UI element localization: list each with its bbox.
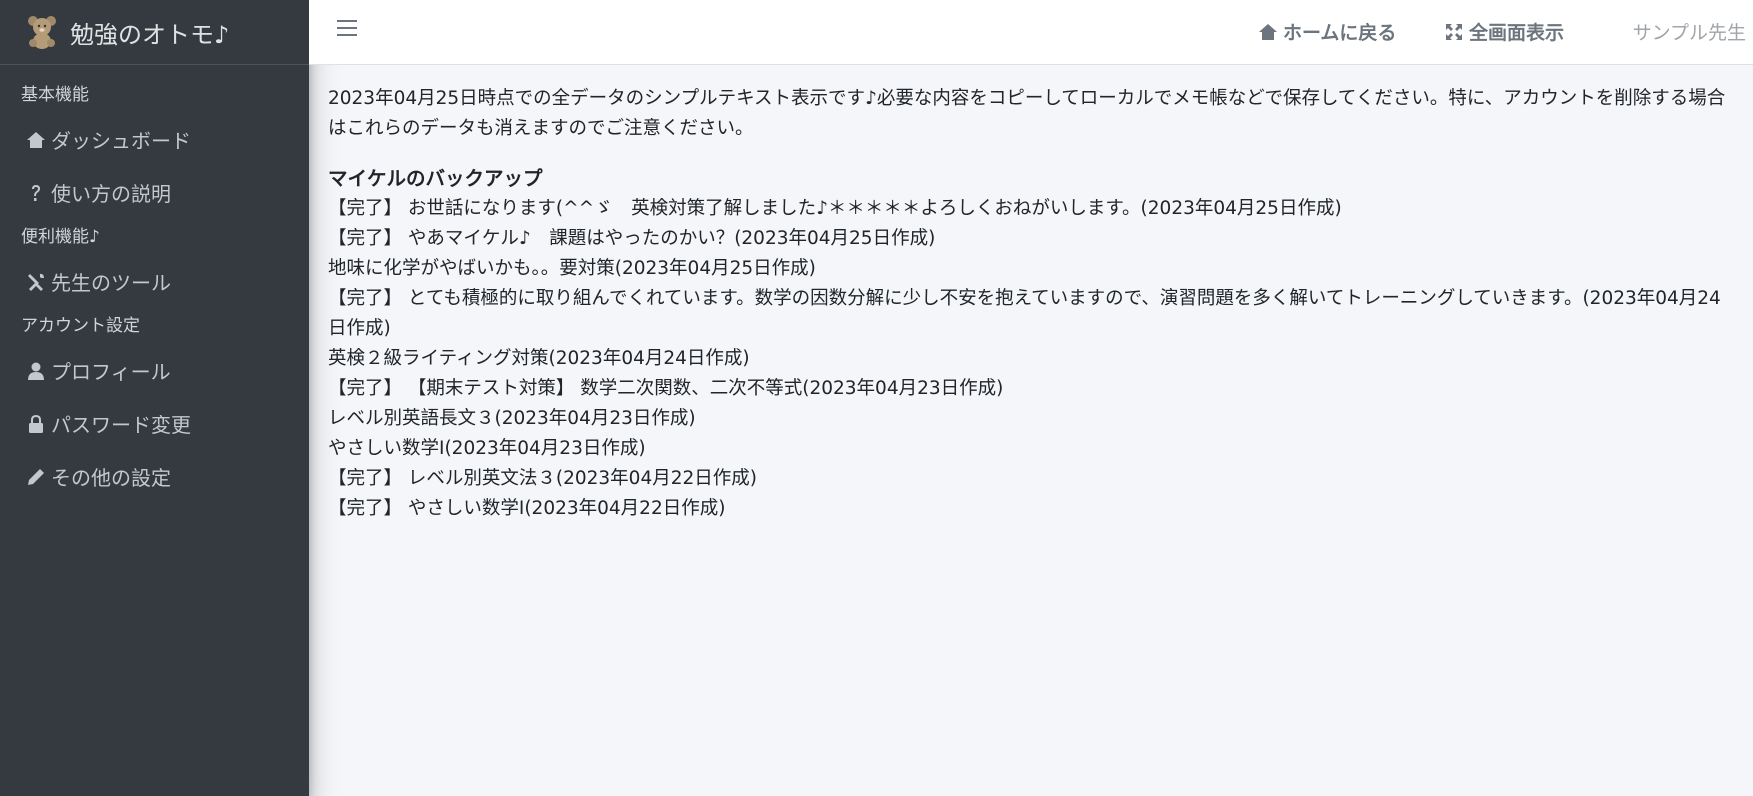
fullscreen-link[interactable]: 全画面表示 xyxy=(1444,18,1564,45)
intro-text: 2023年04月25日時点での全データのシンプルテキスト表示です♪必要な内容をコ… xyxy=(328,88,1726,139)
pencil-icon xyxy=(28,468,44,485)
sidebar-item-label: ダッシュボード xyxy=(51,129,191,153)
user-icon xyxy=(28,362,44,380)
expand-icon xyxy=(1446,23,1462,40)
sidebar-item-label: パスワード変更 xyxy=(51,413,191,437)
menu-toggle-icon[interactable] xyxy=(337,20,357,40)
list-item: 【完了】 レベル別英文法３(2023年04月22日作成) xyxy=(328,468,757,489)
list-item: 【完了】 とても積極的に取り組んでくれています。数学の因数分解に少し不安を抱えて… xyxy=(328,288,1721,339)
lock-icon xyxy=(29,414,43,433)
sidebar-item-password[interactable]: パスワード変更 xyxy=(0,397,309,450)
nav-header-basic: 基本機能 xyxy=(21,85,89,105)
teddy-bear-icon xyxy=(28,16,56,49)
home-link[interactable]: ホームに戻る xyxy=(1258,18,1396,45)
sidebar: 勉強のオトモ♪ 基本機能 ダッシュボード 使い方の説明 便利機能♪ 先生のツール… xyxy=(0,0,309,796)
sidebar-item-label: 先生のツール xyxy=(51,271,171,295)
list-item: やさしい数学Ⅰ(2023年04月23日作成) xyxy=(328,438,646,459)
nav-header-account: アカウント設定 xyxy=(21,316,140,336)
sidebar-item-teacher-tools[interactable]: 先生のツール xyxy=(0,255,309,308)
tools-icon xyxy=(28,273,44,291)
list-item: 英検２級ライティング対策(2023年04月24日作成) xyxy=(328,348,750,369)
list-item: 【完了】 やさしい数学Ⅰ(2023年04月22日作成) xyxy=(328,498,726,519)
user-name[interactable]: サンプル先生 xyxy=(1633,18,1746,45)
entry-list: 【完了】 お世話になります(^^ゞ 英検対策了解しました♪＊＊＊＊＊よろしくおね… xyxy=(328,194,1738,524)
list-item: 【完了】 【期末テスト対策】 数学二次関数、二次不等式(2023年04月23日作… xyxy=(328,378,1004,399)
home-link-label: ホームに戻る xyxy=(1283,22,1397,44)
main-content: 2023年04月25日時点での全データのシンプルテキスト表示です♪必要な内容をコ… xyxy=(328,84,1738,524)
brand-title: 勉強のオトモ♪ xyxy=(70,20,230,49)
sidebar-item-label: 使い方の説明 xyxy=(51,182,171,206)
question-icon xyxy=(32,184,40,201)
sidebar-item-profile[interactable]: プロフィール xyxy=(0,344,309,397)
home-icon xyxy=(1259,23,1277,40)
fullscreen-link-label: 全画面表示 xyxy=(1469,22,1565,44)
sidebar-item-other-settings[interactable]: その他の設定 xyxy=(0,450,309,503)
nav-header-useful: 便利機能♪ xyxy=(21,227,100,247)
sidebar-item-label: プロフィール xyxy=(51,360,171,384)
home-icon xyxy=(27,131,45,148)
sidebar-item-dashboard[interactable]: ダッシュボード xyxy=(0,113,309,166)
list-item: 地味に化学がやばいかも。。要対策(2023年04月25日作成) xyxy=(328,258,816,279)
brand-link[interactable]: 勉強のオトモ♪ xyxy=(0,0,309,65)
sidebar-item-help[interactable]: 使い方の説明 xyxy=(0,166,309,219)
backup-title: マイケルのバックアップ xyxy=(328,167,543,190)
list-item: 【完了】 お世話になります(^^ゞ 英検対策了解しました♪＊＊＊＊＊よろしくおね… xyxy=(328,198,1342,219)
list-item: 【完了】 やあマイケル♪ 課題はやったのかい？(2023年04月25日作成) xyxy=(328,228,936,249)
sidebar-item-label: その他の設定 xyxy=(51,466,171,490)
top-navbar: ホームに戻る 全画面表示 サンプル先生 xyxy=(309,0,1753,65)
list-item: レベル別英語長文３(2023年04月23日作成) xyxy=(328,408,696,429)
